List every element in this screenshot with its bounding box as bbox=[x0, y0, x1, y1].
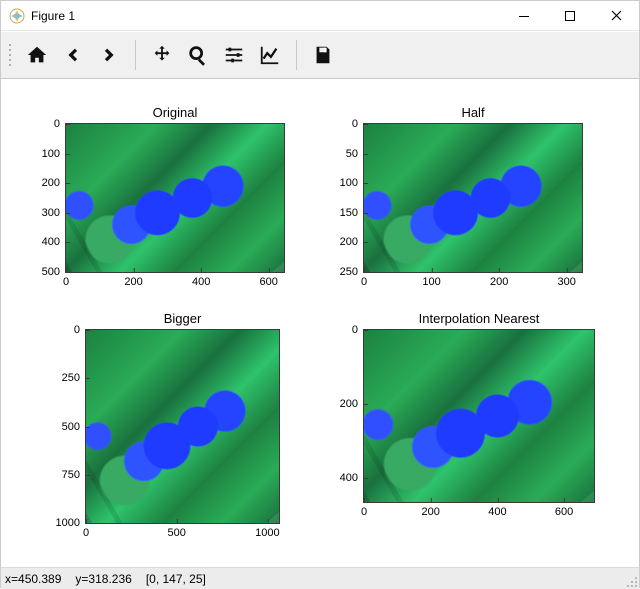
subplot-title: Half bbox=[363, 105, 583, 120]
status-y: y=318.236 bbox=[75, 572, 131, 586]
plot-image bbox=[66, 124, 284, 272]
zoom-button[interactable] bbox=[180, 37, 216, 73]
window-title: Figure 1 bbox=[31, 9, 75, 23]
arrow-left-icon bbox=[62, 44, 84, 66]
ytick: 0 bbox=[74, 324, 86, 336]
save-icon bbox=[312, 44, 334, 66]
ytick: 1000 bbox=[56, 517, 86, 529]
ytick: 50 bbox=[346, 148, 364, 160]
xtick: 200 bbox=[490, 272, 508, 288]
xtick: 400 bbox=[192, 272, 210, 288]
status-x: x=450.389 bbox=[5, 572, 61, 586]
save-button[interactable] bbox=[305, 37, 341, 73]
xtick: 500 bbox=[168, 523, 186, 539]
forward-button[interactable] bbox=[91, 37, 127, 73]
move-icon bbox=[151, 44, 173, 66]
toolbar-separator bbox=[296, 40, 297, 70]
ytick: 0 bbox=[352, 118, 364, 130]
xtick: 300 bbox=[558, 272, 576, 288]
axes[interactable]: 0 100 200 300 400 500 0 200 400 600 bbox=[65, 123, 285, 273]
sliders-icon bbox=[223, 44, 245, 66]
axes[interactable]: 0 250 500 750 1000 0 500 1000 bbox=[85, 329, 280, 524]
app-icon bbox=[9, 8, 25, 24]
home-icon bbox=[26, 44, 48, 66]
xtick: 200 bbox=[422, 502, 440, 518]
edit-axes-button[interactable] bbox=[252, 37, 288, 73]
window-maximize-button[interactable] bbox=[547, 1, 593, 31]
search-icon bbox=[187, 44, 209, 66]
xtick: 0 bbox=[361, 502, 367, 518]
xtick: 1000 bbox=[255, 523, 279, 539]
xtick: 400 bbox=[488, 502, 506, 518]
toolbar bbox=[1, 31, 639, 79]
ytick: 400 bbox=[340, 472, 364, 484]
status-rgb: [0, 147, 25] bbox=[146, 572, 206, 586]
ytick: 400 bbox=[42, 236, 66, 248]
toolbar-handle[interactable] bbox=[7, 37, 15, 73]
ytick: 200 bbox=[340, 236, 364, 248]
xtick: 0 bbox=[83, 523, 89, 539]
ytick: 250 bbox=[62, 372, 86, 384]
axes[interactable]: 0 200 400 0 200 400 600 bbox=[363, 329, 595, 503]
resize-grip[interactable] bbox=[623, 573, 637, 587]
subplot-title: Original bbox=[65, 105, 285, 120]
back-button[interactable] bbox=[55, 37, 91, 73]
home-button[interactable] bbox=[19, 37, 55, 73]
ytick: 500 bbox=[62, 421, 86, 433]
ytick: 150 bbox=[340, 207, 364, 219]
axes[interactable]: 0 50 100 150 200 250 0 100 200 300 bbox=[363, 123, 583, 273]
subplot-bigger: Bigger 0 250 500 750 1000 0 500 1000 bbox=[85, 329, 280, 524]
plot-image bbox=[364, 124, 582, 272]
ytick: 0 bbox=[352, 324, 364, 336]
pan-button[interactable] bbox=[144, 37, 180, 73]
xtick: 0 bbox=[63, 272, 69, 288]
plot-image bbox=[364, 330, 594, 502]
ytick: 300 bbox=[42, 207, 66, 219]
xtick: 600 bbox=[555, 502, 573, 518]
toolbar-separator bbox=[135, 40, 136, 70]
configure-subplots-button[interactable] bbox=[216, 37, 252, 73]
xtick: 600 bbox=[260, 272, 278, 288]
statusbar: x=450.389 y=318.236 [0, 147, 25] bbox=[1, 567, 639, 589]
titlebar: Figure 1 bbox=[1, 1, 639, 31]
ytick: 200 bbox=[42, 177, 66, 189]
subplot-title: Bigger bbox=[85, 311, 280, 326]
ytick: 100 bbox=[42, 148, 66, 160]
ytick: 0 bbox=[54, 118, 66, 130]
ytick: 100 bbox=[340, 177, 364, 189]
ytick: 750 bbox=[62, 469, 86, 481]
subplot-half: Half 0 50 100 150 200 250 0 100 200 300 bbox=[363, 123, 583, 273]
xtick: 100 bbox=[422, 272, 440, 288]
subplot-original: Original 0 100 200 300 400 500 0 200 400… bbox=[65, 123, 285, 273]
figure-canvas[interactable]: Original 0 100 200 300 400 500 0 200 400… bbox=[1, 79, 639, 567]
window-minimize-button[interactable] bbox=[501, 1, 547, 31]
window-close-button[interactable] bbox=[593, 1, 639, 31]
plot-image bbox=[86, 330, 279, 523]
line-chart-icon bbox=[259, 44, 281, 66]
subplot-title: Interpolation Nearest bbox=[363, 311, 595, 326]
xtick: 200 bbox=[124, 272, 142, 288]
ytick: 200 bbox=[340, 398, 364, 410]
xtick: 0 bbox=[361, 272, 367, 288]
arrow-right-icon bbox=[98, 44, 120, 66]
subplot-interp-nearest: Interpolation Nearest 0 200 400 0 200 40… bbox=[363, 329, 595, 503]
